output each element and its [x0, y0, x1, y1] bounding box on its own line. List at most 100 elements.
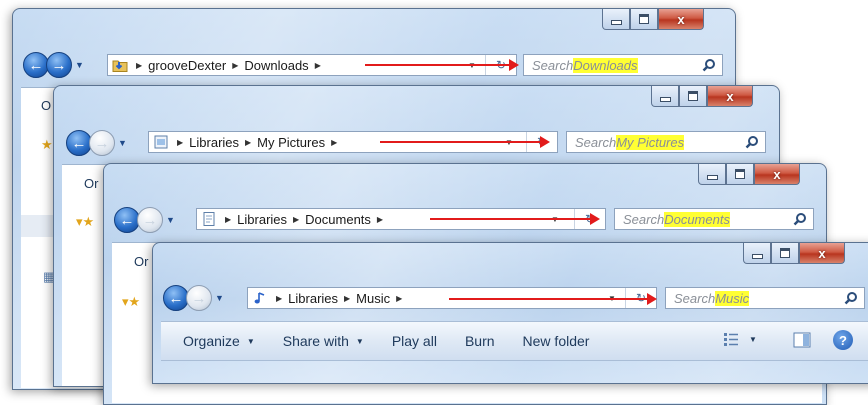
breadcrumb-item[interactable]: Downloads: [244, 58, 308, 73]
maximize-icon: [780, 248, 790, 258]
view-list-icon: [724, 333, 738, 346]
caption-buttons: x: [651, 86, 753, 108]
command-bar: Organize ▼ Share with ▼ Play all Burn Ne…: [161, 321, 868, 361]
breadcrumb-item[interactable]: Libraries: [288, 291, 338, 306]
nav-buttons: ← → ▼: [163, 285, 224, 311]
search-box[interactable]: Search Downloads: [523, 54, 723, 76]
breadcrumb-separator[interactable]: ▶: [396, 294, 402, 303]
breadcrumb-separator[interactable]: ▶: [344, 294, 350, 303]
maximize-button[interactable]: [630, 9, 658, 30]
search-placeholder-prefix: Search: [575, 134, 617, 150]
forward-arrow-icon: →: [142, 211, 158, 229]
preview-pane-icon: [793, 332, 811, 348]
breadcrumb-separator[interactable]: ▶: [293, 215, 299, 224]
search-placeholder-term: Documents: [664, 211, 730, 227]
minimize-button[interactable]: [743, 243, 771, 264]
forward-arrow-icon: →: [94, 134, 110, 152]
breadcrumb-separator[interactable]: ▶: [245, 138, 251, 147]
share-with-menu[interactable]: Share with ▼: [283, 333, 364, 349]
breadcrumb-item[interactable]: grooveDexter: [148, 58, 226, 73]
search-placeholder-prefix: Search: [623, 211, 665, 227]
maximize-icon: [688, 91, 698, 101]
close-icon: x: [726, 88, 734, 104]
breadcrumb-separator[interactable]: ▶: [225, 215, 231, 224]
favorites-star-icon: ★: [41, 137, 53, 152]
breadcrumb-separator[interactable]: ▶: [136, 61, 142, 70]
annotation-arrow: [365, 59, 519, 71]
chevron-down-icon: ▼: [246, 336, 255, 346]
favorites-star-icon: ▾★: [122, 294, 141, 309]
breadcrumb-separator[interactable]: ▶: [276, 294, 282, 303]
annotation-arrow: [430, 213, 600, 225]
annotation-arrow: [449, 293, 657, 305]
pictures-library-icon: [153, 135, 169, 149]
search-icon: [702, 59, 715, 72]
organize-label: Organize: [183, 333, 240, 349]
close-icon: x: [677, 11, 685, 27]
recent-pages-dropdown[interactable]: ▼: [75, 60, 84, 70]
share-with-label: Share with: [282, 333, 349, 349]
breadcrumb-item[interactable]: My Pictures: [257, 135, 325, 150]
favorites-star-icon: ▾★: [76, 214, 95, 229]
forward-button[interactable]: →: [137, 207, 163, 233]
organize-menu[interactable]: Organize ▼: [183, 333, 255, 349]
breadcrumb-item[interactable]: Documents: [305, 212, 371, 227]
music-library-icon: [252, 291, 268, 305]
breadcrumb-separator[interactable]: ▶: [232, 61, 238, 70]
breadcrumb-separator[interactable]: ▶: [377, 215, 383, 224]
close-button[interactable]: x: [754, 164, 800, 185]
caption-buttons: x: [698, 164, 800, 186]
help-button[interactable]: ?: [833, 330, 853, 350]
forward-arrow-icon: →: [51, 56, 67, 74]
minimize-icon: [610, 19, 622, 25]
view-options-button[interactable]: ▼: [723, 332, 757, 346]
forward-button[interactable]: →: [186, 285, 212, 311]
back-arrow-icon: ←: [168, 289, 184, 307]
caption-buttons: x: [602, 9, 704, 31]
burn-button[interactable]: Burn: [465, 333, 495, 349]
minimize-button[interactable]: [602, 9, 630, 30]
search-placeholder-term: Music: [715, 290, 750, 306]
back-arrow-icon: ←: [28, 56, 44, 74]
recent-pages-dropdown[interactable]: ▼: [215, 293, 224, 303]
search-placeholder-term: My Pictures: [616, 134, 685, 150]
breadcrumb-separator[interactable]: ▶: [177, 138, 183, 147]
caption-buttons: x: [743, 243, 845, 265]
minimize-icon: [659, 96, 671, 102]
back-arrow-icon: ←: [71, 134, 87, 152]
close-button[interactable]: x: [799, 243, 845, 264]
forward-button[interactable]: →: [46, 52, 72, 78]
nav-buttons: ← → ▼: [66, 130, 127, 156]
minimize-icon: [751, 253, 763, 259]
close-icon: x: [818, 245, 826, 261]
preview-pane-button[interactable]: [793, 332, 811, 351]
search-box[interactable]: Search My Pictures: [566, 131, 766, 153]
close-button[interactable]: x: [658, 9, 704, 30]
maximize-button[interactable]: [679, 86, 707, 107]
recent-pages-dropdown[interactable]: ▼: [118, 138, 127, 148]
breadcrumb-separator[interactable]: ▶: [315, 61, 321, 70]
search-icon: [745, 136, 758, 149]
nav-buttons: ← → ▼: [114, 207, 175, 233]
minimize-button[interactable]: [698, 164, 726, 185]
breadcrumb-item[interactable]: Music: [356, 291, 390, 306]
minimize-button[interactable]: [651, 86, 679, 107]
maximize-button[interactable]: [771, 243, 799, 264]
search-box[interactable]: Search Documents: [614, 208, 814, 230]
close-button[interactable]: x: [707, 86, 753, 107]
breadcrumb-item[interactable]: Libraries: [189, 135, 239, 150]
maximize-button[interactable]: [726, 164, 754, 185]
search-box[interactable]: Search Music: [665, 287, 865, 309]
search-icon: [793, 213, 806, 226]
recent-pages-dropdown[interactable]: ▼: [166, 215, 175, 225]
forward-button[interactable]: →: [89, 130, 115, 156]
search-placeholder-prefix: Search: [532, 57, 574, 73]
play-all-button[interactable]: Play all: [392, 333, 437, 349]
forward-arrow-icon: →: [191, 289, 207, 307]
new-folder-button[interactable]: New folder: [523, 333, 590, 349]
back-arrow-icon: ←: [119, 211, 135, 229]
breadcrumb-item[interactable]: Libraries: [237, 212, 287, 227]
breadcrumb-separator[interactable]: ▶: [331, 138, 337, 147]
search-placeholder-term: Downloads: [573, 57, 638, 73]
minimize-icon: [706, 174, 718, 180]
